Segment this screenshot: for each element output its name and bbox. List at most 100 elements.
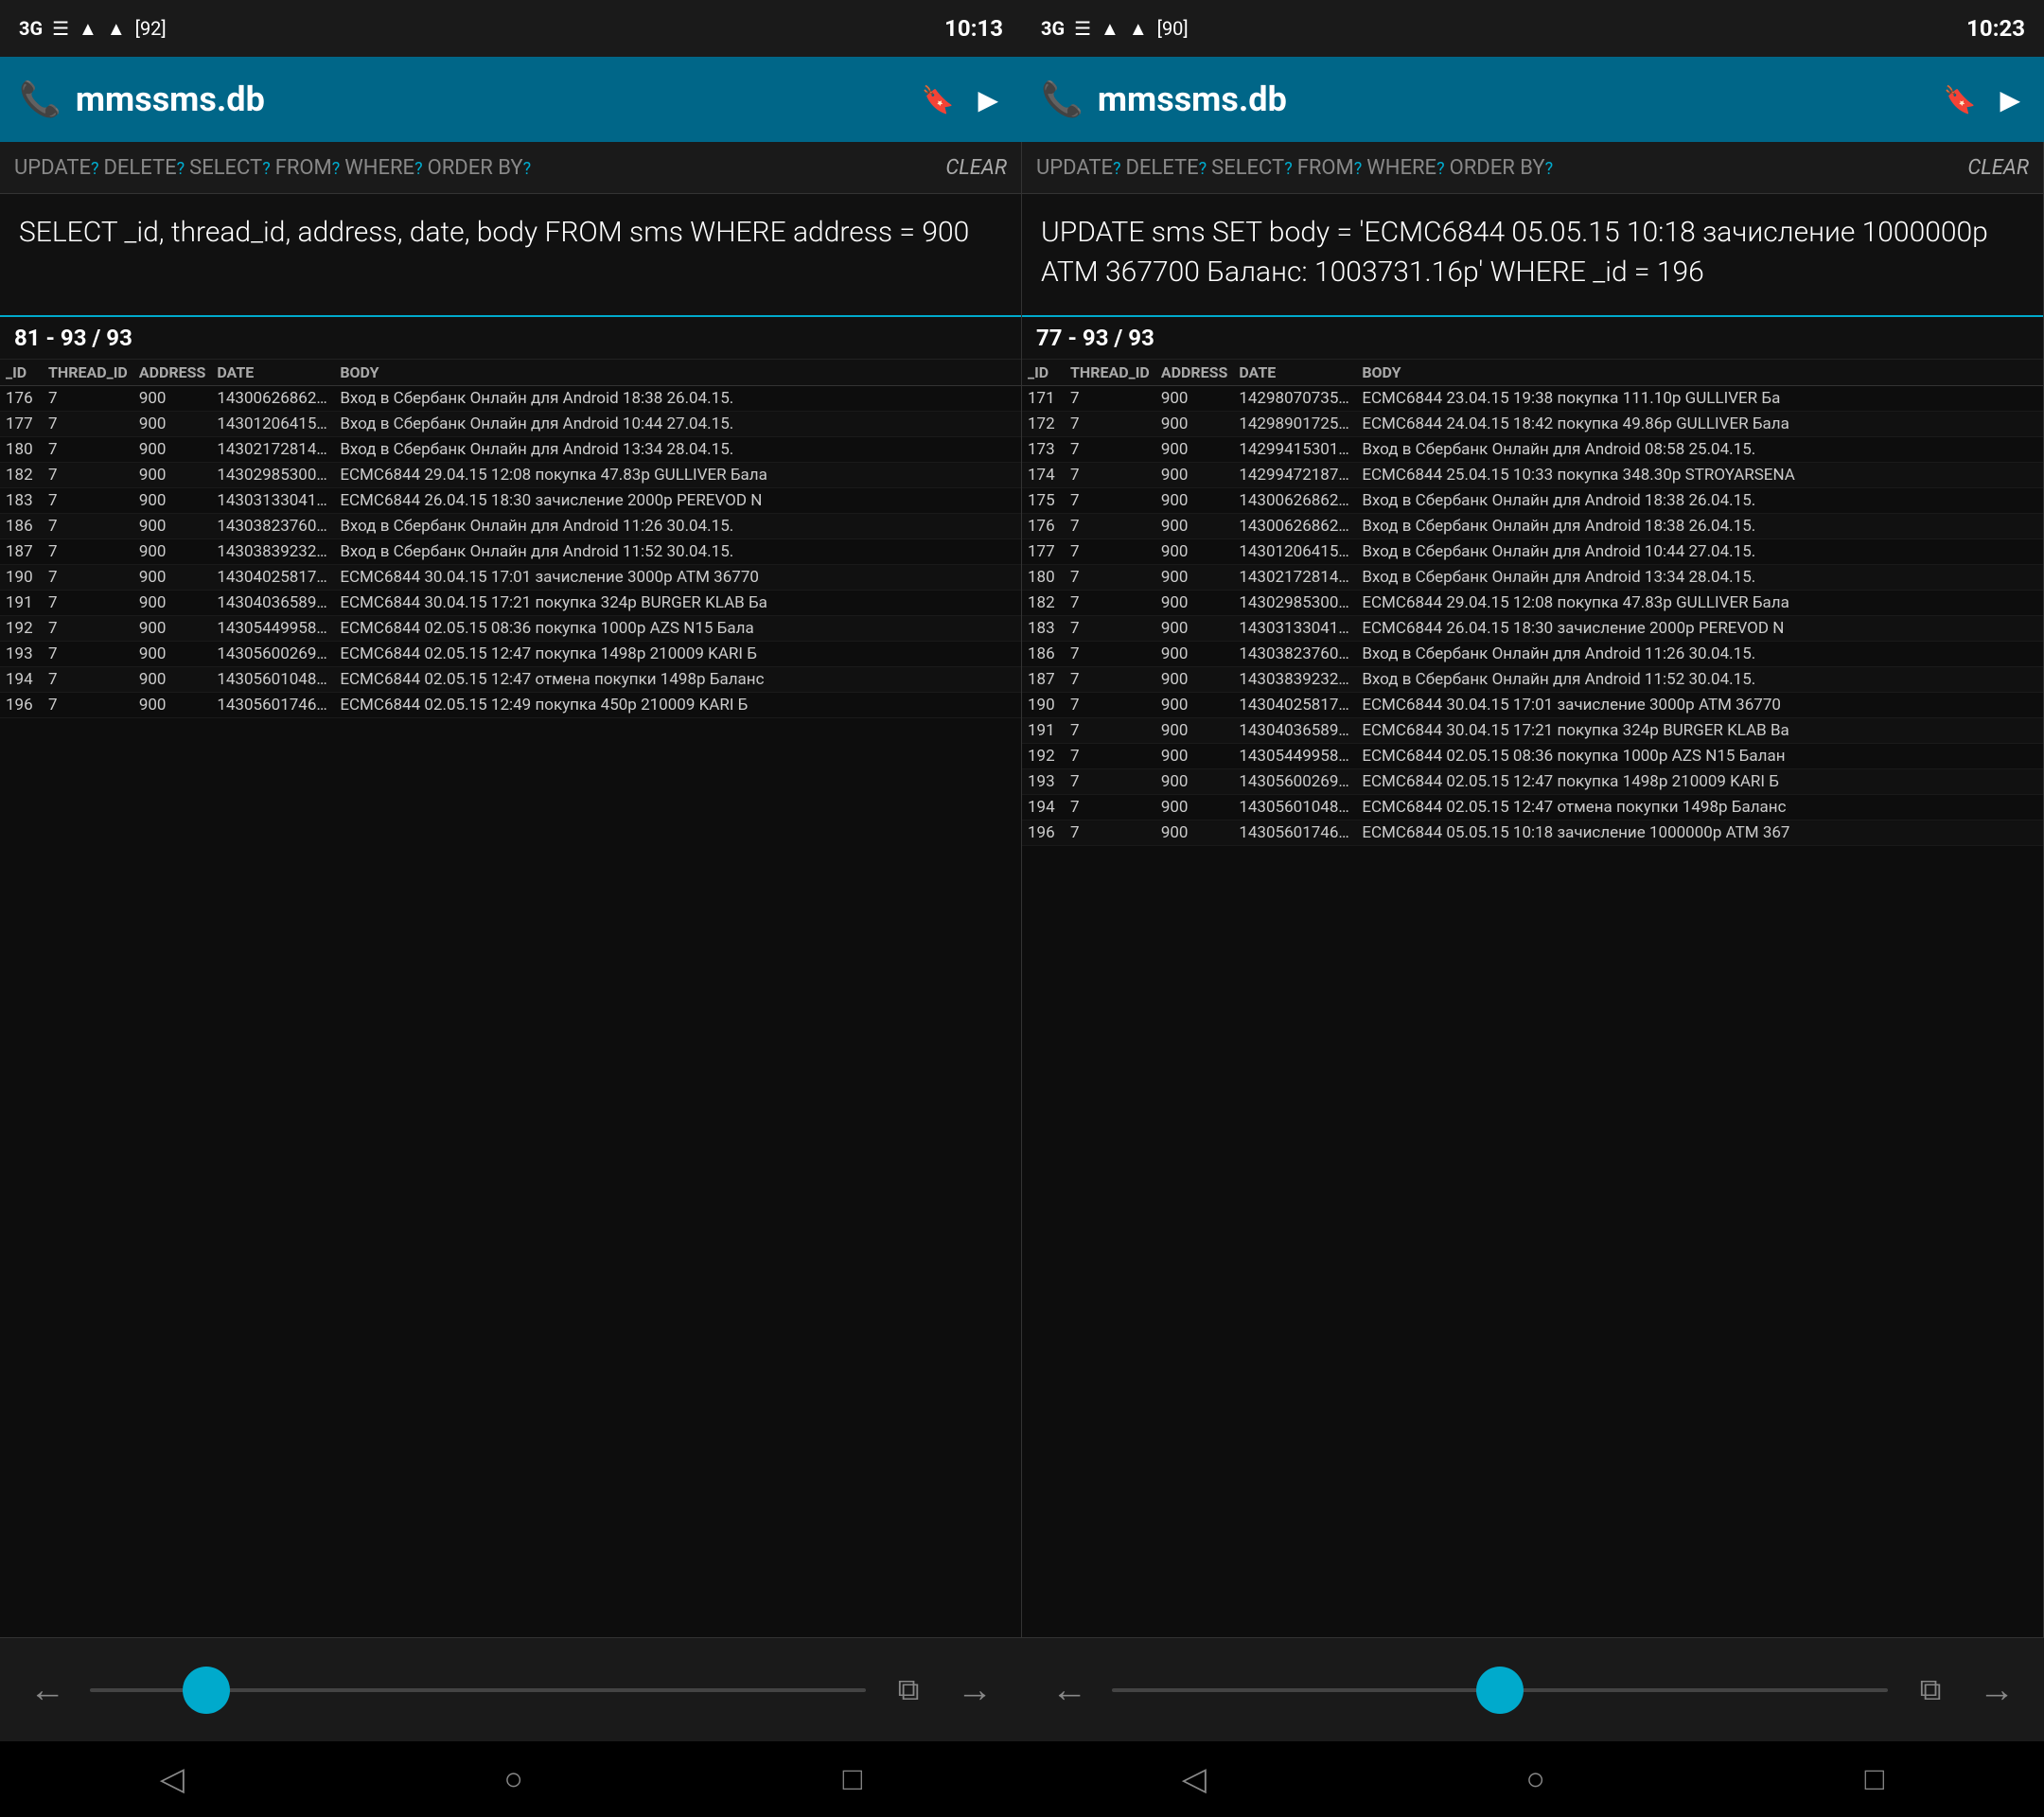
slider-thumb-left[interactable] — [183, 1667, 230, 1714]
table-cell: 174 — [1022, 463, 1065, 488]
select-keyword-right[interactable]: SELECT? — [1211, 156, 1293, 180]
table-row[interactable]: 19179001430403658943ECMC6844 30.04.15 17… — [1022, 718, 2043, 744]
table-row[interactable]: 19179001430403658943ECMC6844 30.04.15 17… — [0, 591, 1021, 616]
query-area-right[interactable]: UPDATE sms SET body = 'ECMC6844 05.05.15… — [1022, 194, 2043, 317]
table-row[interactable]: 18279001430298530059ECMC6844 29.04.15 12… — [1022, 591, 2043, 616]
table-cell: 900 — [133, 591, 212, 616]
where-keyword-right[interactable]: WHERE? — [1366, 156, 1444, 180]
from-keyword-right[interactable]: FROM? — [1297, 156, 1363, 180]
table-row[interactable]: 19279001430544995854ECMC6844 02.05.15 08… — [1022, 744, 2043, 769]
col-header-id-right: _ID — [1022, 360, 1065, 386]
table-row[interactable]: 19679001430560174627ECMC6844 05.05.15 10… — [1022, 820, 2043, 846]
table-row[interactable]: 19279001430544995854ECMC6844 02.05.15 08… — [0, 616, 1021, 642]
table-cell: ECMC6844 26.04.15 18:30 зачисление 2000р… — [1356, 616, 2043, 642]
table-row[interactable]: 19379001430560026906ECMC6844 02.05.15 12… — [1022, 769, 2043, 795]
clear-button-left[interactable]: CLEAR — [945, 156, 1007, 180]
back-button-right[interactable]: ← — [1036, 1657, 1102, 1723]
table-cell: 900 — [133, 463, 212, 488]
table-row[interactable]: 18279001430298530059ECMC6844 29.04.15 12… — [0, 463, 1021, 488]
home-sys-right[interactable]: ○ — [1498, 1751, 1575, 1808]
play-icon-left[interactable]: ▶ — [973, 79, 1003, 120]
table-cell: 1430560026906 — [1233, 769, 1356, 795]
table-row[interactable]: 19079001430402581701ECMC6844 30.04.15 17… — [1022, 693, 2043, 718]
query-area-left[interactable]: SELECT _id, thread_id, address, date, bo… — [0, 194, 1021, 317]
table-cell: 7 — [43, 616, 133, 642]
table-cell: 900 — [133, 616, 212, 642]
table-cell: 7 — [43, 642, 133, 667]
select-keyword-left[interactable]: SELECT? — [189, 156, 271, 180]
table-row[interactable]: 18379001430313304166ECMC6844 26.04.15 18… — [1022, 616, 2043, 642]
table-cell: 900 — [133, 437, 212, 463]
table-row[interactable]: 17779001430120641503Вход в Сбербанк Онла… — [1022, 539, 2043, 565]
table-cell: 7 — [43, 514, 133, 539]
orderby-keyword-left[interactable]: ORDER BY? — [428, 156, 532, 180]
table-row[interactable]: 17679001430062686280Вход в Сбербанк Онла… — [0, 386, 1021, 412]
table-cell: 1430062686280 — [211, 386, 334, 412]
back-sys-right[interactable]: ◁ — [1154, 1751, 1235, 1808]
table-row[interactable]: 17579001430062686280Вход в Сбербанк Онла… — [1022, 488, 2043, 514]
panel-right: UPDATE? DELETE? SELECT? FROM? WHERE? ORD… — [1022, 142, 2044, 1637]
update-keyword-right[interactable]: UPDATE? — [1036, 156, 1120, 180]
table-row[interactable]: 18079001430217281455Вход в Сбербанк Онла… — [1022, 565, 2043, 591]
table-cell: 7 — [1065, 514, 1155, 539]
back-button-left[interactable]: ← — [14, 1657, 80, 1723]
table-row[interactable]: 17479001429947218743ECMC6844 25.04.15 10… — [1022, 463, 2043, 488]
bookmark-icon-right[interactable]: 🔖 — [1939, 79, 1982, 120]
table-cell: 1430560174627 — [211, 693, 334, 718]
table-cell: 177 — [0, 412, 43, 437]
table-cell: ECMC6844 30.04.15 17:01 зачисление 3000р… — [1356, 693, 2043, 718]
table-row[interactable]: 17179001429807073595ECMC6844 23.04.15 19… — [1022, 386, 2043, 412]
copy-button-left[interactable]: ⧉ — [875, 1657, 942, 1723]
table-cell: 176 — [1022, 514, 1065, 539]
slider-thumb-right[interactable] — [1476, 1667, 1524, 1714]
copy-button-right[interactable]: ⧉ — [1897, 1657, 1964, 1723]
table-row[interactable]: 19379001430560026906ECMC6844 02.05.15 12… — [0, 642, 1021, 667]
delete-keyword-right[interactable]: DELETE? — [1125, 156, 1207, 180]
table-cell: 193 — [0, 642, 43, 667]
table-row[interactable]: 18779001430383923253Вход в Сбербанк Онла… — [0, 539, 1021, 565]
update-keyword-left[interactable]: UPDATE? — [14, 156, 98, 180]
table-cell: 900 — [133, 386, 212, 412]
recents-sys-right[interactable]: □ — [1837, 1751, 1913, 1808]
table-row[interactable]: 17679001430062686280Вход в Сбербанк Онла… — [1022, 514, 2043, 539]
delete-keyword-left[interactable]: DELETE? — [103, 156, 185, 180]
query-text-right[interactable]: UPDATE sms SET body = 'ECMC6844 05.05.15… — [1041, 213, 2024, 292]
wifi-icon-right: ▲ — [1101, 17, 1119, 41]
table-row[interactable]: 18679001430382376088Вход в Сбербанк Онла… — [0, 514, 1021, 539]
forward-button-left[interactable]: → — [942, 1657, 1008, 1723]
forward-button-right[interactable]: → — [1964, 1657, 2030, 1723]
table-cell: 900 — [133, 514, 212, 539]
play-icon-right[interactable]: ▶ — [1995, 79, 2025, 120]
slider-right[interactable] — [1112, 1688, 1888, 1692]
table-row[interactable]: 18779001430383923253Вход в Сбербанк Онла… — [1022, 667, 2043, 693]
slider-left[interactable] — [90, 1688, 866, 1692]
from-keyword-left[interactable]: FROM? — [275, 156, 341, 180]
app-title-right: mmssms.db — [1098, 79, 1925, 119]
table-row[interactable]: 17779001430120641503Вход в Сбербанк Онла… — [0, 412, 1021, 437]
table-cell: 173 — [1022, 437, 1065, 463]
table-row[interactable]: 19079001430402581701ECMC6844 30.04.15 17… — [0, 565, 1021, 591]
main-content: UPDATE? DELETE? SELECT? FROM? WHERE? ORD… — [0, 142, 2044, 1637]
table-cell: 1430383923253 — [211, 539, 334, 565]
sys-nav-right: ◁ ○ □ — [1022, 1741, 2044, 1817]
table-cell: 7 — [1065, 616, 1155, 642]
status-bar-left: 3G ☰ ▲ ▲ [92] 10:13 — [0, 0, 1022, 57]
home-sys-left[interactable]: ○ — [476, 1751, 553, 1808]
recents-sys-left[interactable]: □ — [815, 1751, 891, 1808]
table-row[interactable]: 17379001429941530103Вход в Сбербанк Онла… — [1022, 437, 2043, 463]
table-row[interactable]: 19479001430560104863ECMC6844 02.05.15 12… — [0, 667, 1021, 693]
table-row[interactable]: 18679001430382376088Вход в Сбербанк Онла… — [1022, 642, 2043, 667]
table-row[interactable]: 17279001429890172589ECMC6844 24.04.15 18… — [1022, 412, 2043, 437]
where-keyword-left[interactable]: WHERE? — [344, 156, 422, 180]
table-row[interactable]: 18379001430313304166ECMC6844 26.04.15 18… — [0, 488, 1021, 514]
table-row[interactable]: 19679001430560174627ECMC6844 02.05.15 12… — [0, 693, 1021, 718]
back-sys-left[interactable]: ◁ — [132, 1751, 213, 1808]
table-row[interactable]: 19479001430560104863ECMC6844 02.05.15 12… — [1022, 795, 2043, 820]
bookmark-icon-left[interactable]: 🔖 — [917, 79, 960, 120]
clear-button-right[interactable]: CLEAR — [1967, 156, 2029, 180]
orderby-keyword-right[interactable]: ORDER BY? — [1450, 156, 1554, 180]
table-cell: 1430560104863 — [211, 667, 334, 693]
query-text-left[interactable]: SELECT _id, thread_id, address, date, bo… — [19, 213, 1002, 253]
table-cell: 7 — [1065, 667, 1155, 693]
table-row[interactable]: 18079001430217281455Вход в Сбербанк Онла… — [0, 437, 1021, 463]
